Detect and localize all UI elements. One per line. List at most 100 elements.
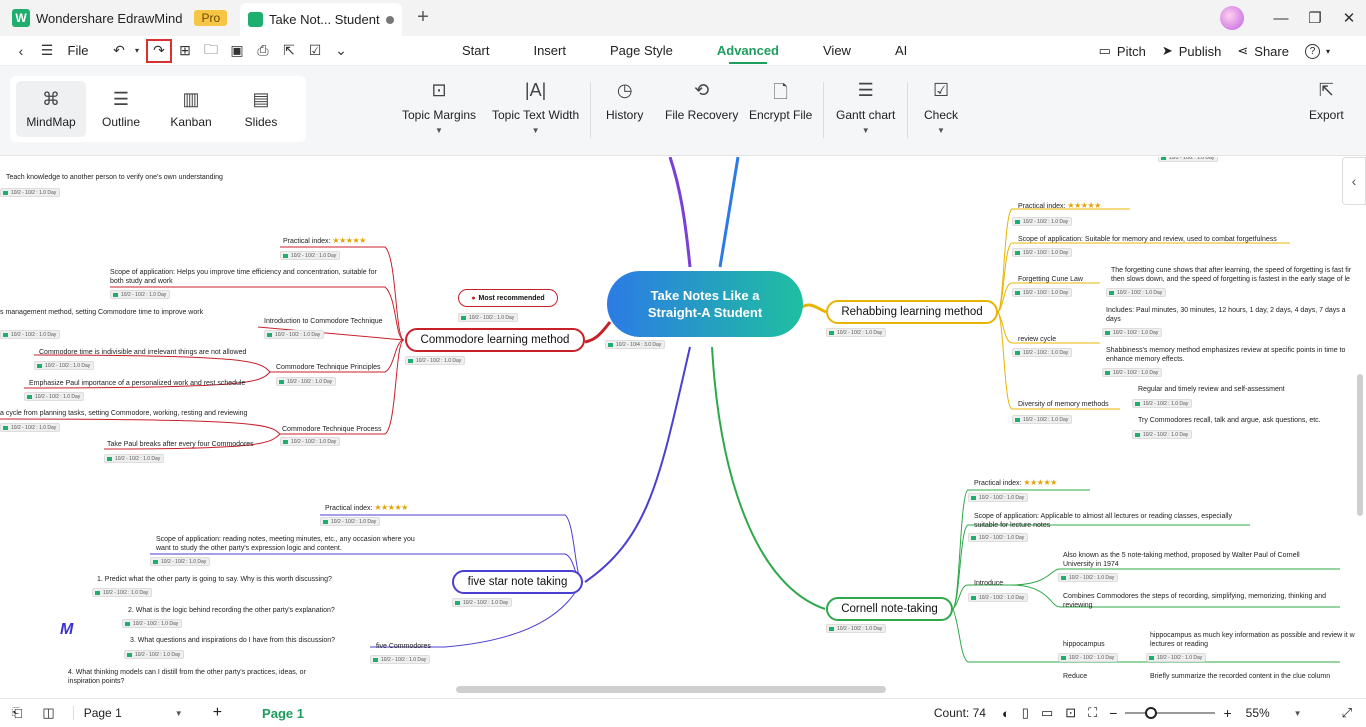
c-scope-1[interactable]: Scope of application: Helps you improve … <box>110 268 377 277</box>
c-process[interactable]: Commodore Technique Process <box>282 425 381 434</box>
k-introduce[interactable]: Introduce <box>974 579 1003 588</box>
c-practical-index[interactable]: Practical index: ★★★★★ <box>283 236 366 246</box>
export-quick-icon[interactable]: ⇱ <box>276 39 302 63</box>
pitch-button[interactable]: ▭ Pitch <box>1099 43 1146 59</box>
f-scope-1[interactable]: Scope of application: reading notes, mee… <box>156 535 415 544</box>
k-combines-2[interactable]: reviewing <box>1063 601 1093 610</box>
restore-icon[interactable]: ❐ <box>1298 9 1332 27</box>
k-practical-index[interactable]: Practical index: ★★★★★ <box>974 478 1057 488</box>
save-icon[interactable]: ▣ <box>224 39 250 63</box>
open-folder-icon[interactable]: 🗀 <box>198 39 224 63</box>
share-button[interactable]: ⋖ Share <box>1237 43 1289 59</box>
view-slides[interactable]: ▤ Slides <box>226 81 296 137</box>
zoom-slider-handle[interactable] <box>1145 707 1158 719</box>
tab-page-style[interactable]: Page Style <box>610 36 673 66</box>
f-q2[interactable]: 2. What is the logic behind recording th… <box>128 606 335 615</box>
tab-advanced[interactable]: Advanced <box>717 36 779 66</box>
history-button[interactable]: ◷ History <box>606 80 643 122</box>
print-icon[interactable]: ⎙ <box>250 39 276 63</box>
c-intro[interactable]: Introduction to Commodore Technique <box>264 317 383 326</box>
horizontal-scrollbar[interactable] <box>456 686 886 693</box>
view-mindmap[interactable]: ⌘ MindMap <box>16 81 86 137</box>
k-reduce[interactable]: Reduce <box>1063 672 1087 681</box>
r-includes-2[interactable]: days <box>1106 315 1121 324</box>
zoom-level[interactable]: 55% <box>1246 706 1270 720</box>
k-reduce-desc[interactable]: Briefly summarize the recorded content i… <box>1150 672 1330 681</box>
tab-start[interactable]: Start <box>462 36 489 66</box>
f-practical-index[interactable]: Practical index: ★★★★★ <box>325 503 408 513</box>
encrypt-file-button[interactable]: 🗋 Encrypt File <box>749 80 812 122</box>
k-scope-1[interactable]: Scope of application: Applicable to almo… <box>974 512 1232 521</box>
theme-icon[interactable]: ▭ <box>1041 705 1053 721</box>
avatar[interactable] <box>1220 6 1244 30</box>
hamburger-menu-icon[interactable]: ☰ <box>34 39 60 63</box>
side-panel-toggle-icon[interactable]: ‹ <box>1342 157 1366 205</box>
sidebar-toggle-icon[interactable]: ⎗ <box>12 705 22 721</box>
view-outline[interactable]: ☰ Outline <box>86 81 156 137</box>
file-menu[interactable]: File <box>60 43 96 58</box>
r-scope[interactable]: Scope of application: Suitable for memor… <box>1018 235 1277 244</box>
check-button[interactable]: ☑ Check ▼ <box>924 80 958 135</box>
minimize-icon[interactable]: — <box>1264 10 1298 27</box>
k-combines-1[interactable]: Combines Commodores the steps of recordi… <box>1063 592 1326 601</box>
zoom-slider[interactable] <box>1125 707 1216 719</box>
panel-toggle-icon[interactable]: ◫ <box>42 705 54 721</box>
file-recovery-button[interactable]: ⟲ File Recovery <box>665 80 738 122</box>
fit-icon[interactable]: ⊡ <box>1065 705 1076 721</box>
r-shabbiness-2[interactable]: enhance memory effects. <box>1106 355 1184 364</box>
k-scope-2[interactable]: suitable for lecture notes <box>974 521 1050 530</box>
f-q3[interactable]: 3. What questions and inspirations do I … <box>130 636 335 645</box>
app-tab[interactable]: W Wondershare EdrawMind Pro <box>0 0 240 36</box>
f-q4-1[interactable]: 4. What thinking models can I distill fr… <box>68 668 306 677</box>
add-page-icon[interactable]: + <box>213 704 222 722</box>
k-aka-1[interactable]: Also known as the 5 note-taking method, … <box>1063 551 1300 560</box>
r-includes-1[interactable]: Includes: Paul minutes, 30 minutes, 12 h… <box>1106 306 1346 315</box>
c-principles[interactable]: Commodore Technique Principles <box>276 363 381 372</box>
redo-icon[interactable]: ↷ <box>146 38 172 63</box>
unsaved-dot-icon[interactable] <box>386 15 394 24</box>
r-regular[interactable]: Regular and timely review and self-asses… <box>1138 385 1285 394</box>
branch-fivestar[interactable]: five star note taking <box>452 570 583 594</box>
share-quick-icon[interactable]: ☑ <box>302 39 328 63</box>
r-curve-desc-2[interactable]: then slows down, and the speed of forget… <box>1111 275 1350 284</box>
r-curve-desc-1[interactable]: The forgetting cune shows that after lea… <box>1111 266 1351 275</box>
back-icon[interactable]: ‹ <box>8 39 34 63</box>
book-icon[interactable]: ▯ <box>1022 705 1029 721</box>
new-tab-button[interactable]: + <box>412 6 434 29</box>
c-scope-2[interactable]: both study and work <box>110 277 173 286</box>
help-button[interactable]: ? ▾ <box>1304 43 1330 59</box>
topic-margins-button[interactable]: ⊡ Topic Margins ▼ <box>402 80 476 135</box>
export-button[interactable]: ⇱ Export <box>1309 80 1344 122</box>
zoom-in-icon[interactable]: + <box>1223 705 1231 721</box>
r-cycle[interactable]: review cycle <box>1018 335 1056 344</box>
c-indivisible[interactable]: Commodore time is indivisible and irrele… <box>39 348 246 357</box>
undo-icon[interactable]: ↶ <box>106 39 132 63</box>
r-practical-index[interactable]: Practical index: ★★★★★ <box>1018 201 1101 211</box>
c-mgmt[interactable]: s management method, setting Commodore t… <box>0 308 203 317</box>
customize-toolbar-icon[interactable]: ⌄ <box>328 39 354 63</box>
close-icon[interactable]: ✕ <box>1332 9 1366 27</box>
f-q4-2[interactable]: inspiration points? <box>68 677 124 686</box>
branch-cornell[interactable]: Cornell note-taking <box>826 597 953 621</box>
f-q1[interactable]: 1. Predict what the other party is going… <box>97 575 332 584</box>
r-try[interactable]: Try Commodores recall, talk and argue, a… <box>1138 416 1321 425</box>
r-curve[interactable]: Forgetting Cune Law <box>1018 275 1083 284</box>
topic-text-width-button[interactable]: |A| Topic Text Width ▼ <box>492 80 579 135</box>
full-view-icon[interactable]: ⤢ <box>1342 705 1352 721</box>
k-hippocampus[interactable]: hippocampus <box>1063 640 1105 649</box>
c-cycle[interactable]: a cycle from planning tasks, setting Com… <box>0 409 247 418</box>
tab-view[interactable]: View <box>823 36 851 66</box>
mindmap-canvas[interactable]: Take Notes Like a Straight-A Student 10/… <box>0 157 1366 695</box>
publish-button[interactable]: ➤ Publish <box>1162 43 1222 59</box>
c-breaks[interactable]: Take Paul breaks after every four Commod… <box>107 440 254 449</box>
r-diversity[interactable]: Diversity of memory methods <box>1018 400 1109 409</box>
focus-icon[interactable]: ◐ <box>1002 706 1010 721</box>
k-hippo-desc-2[interactable]: lectures or reading <box>1150 640 1208 649</box>
tab-ai[interactable]: AI <box>895 36 907 66</box>
view-kanban[interactable]: ▥ Kanban <box>156 81 226 137</box>
page-tab-1[interactable]: Page 1 <box>262 706 304 721</box>
f-scope-2[interactable]: want to study the other party's expressi… <box>156 544 342 553</box>
f-five-commodores[interactable]: five Commodores <box>376 642 431 651</box>
fullscreen-icon[interactable]: ⛶ <box>1088 705 1097 721</box>
zoom-out-icon[interactable]: − <box>1109 705 1117 721</box>
